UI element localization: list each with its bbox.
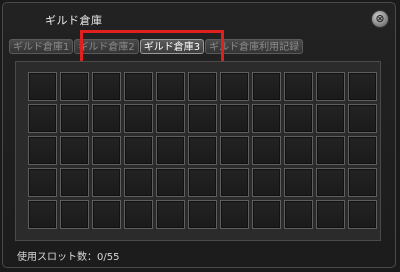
item-slot[interactable] — [252, 168, 281, 197]
item-slot[interactable] — [284, 104, 313, 133]
item-slot[interactable] — [28, 104, 57, 133]
item-slot[interactable] — [348, 72, 377, 101]
tab-guild-storage-log[interactable]: ギルド倉庫利用記録 — [205, 39, 304, 54]
item-slot[interactable] — [28, 200, 57, 229]
item-slot[interactable] — [92, 136, 121, 165]
item-slot[interactable] — [220, 168, 249, 197]
item-slot[interactable] — [252, 72, 281, 101]
item-slot-grid — [28, 72, 377, 229]
item-slot[interactable] — [92, 200, 121, 229]
item-slot[interactable] — [92, 104, 121, 133]
item-slot[interactable] — [156, 104, 185, 133]
item-slot[interactable] — [156, 72, 185, 101]
item-slot[interactable] — [156, 200, 185, 229]
item-slot[interactable] — [60, 104, 89, 133]
item-slot[interactable] — [28, 168, 57, 197]
used-slot-count: 使用スロット数：0/55 — [17, 252, 120, 263]
title-bar[interactable]: ギルド倉庫 ⊗ — [3, 3, 395, 35]
item-slot[interactable] — [188, 72, 217, 101]
item-slot[interactable] — [220, 200, 249, 229]
item-slot[interactable] — [60, 200, 89, 229]
item-slot[interactable] — [188, 104, 217, 133]
item-slot[interactable] — [124, 200, 153, 229]
item-slot[interactable] — [28, 136, 57, 165]
item-slot[interactable] — [60, 72, 89, 101]
item-slot[interactable] — [348, 104, 377, 133]
item-slot[interactable] — [252, 136, 281, 165]
item-slot[interactable] — [124, 136, 153, 165]
item-slot[interactable] — [124, 168, 153, 197]
item-slot[interactable] — [124, 104, 153, 133]
item-slot[interactable] — [252, 104, 281, 133]
item-slot[interactable] — [60, 168, 89, 197]
close-icon[interactable]: ⊗ — [371, 10, 389, 28]
storage-panel — [15, 61, 381, 241]
item-slot[interactable] — [156, 136, 185, 165]
item-slot[interactable] — [60, 136, 89, 165]
item-slot[interactable] — [28, 72, 57, 101]
item-slot[interactable] — [348, 168, 377, 197]
item-slot[interactable] — [124, 72, 153, 101]
window-title: ギルド倉庫 — [45, 14, 103, 27]
item-slot[interactable] — [188, 168, 217, 197]
item-slot[interactable] — [220, 104, 249, 133]
item-slot[interactable] — [284, 72, 313, 101]
item-slot[interactable] — [188, 136, 217, 165]
item-slot[interactable] — [316, 200, 345, 229]
item-slot[interactable] — [92, 168, 121, 197]
guild-storage-window: ギルド倉庫 ⊗ ギルド倉庫1 ギルド倉庫2 ギルド倉庫3 ギルド倉庫利用記録 使… — [2, 2, 396, 268]
item-slot[interactable] — [284, 200, 313, 229]
item-slot[interactable] — [316, 136, 345, 165]
item-slot[interactable] — [316, 104, 345, 133]
item-slot[interactable] — [188, 200, 217, 229]
item-slot[interactable] — [92, 72, 121, 101]
item-slot[interactable] — [220, 136, 249, 165]
item-slot[interactable] — [220, 72, 249, 101]
tab-guild-storage-2[interactable]: ギルド倉庫2 — [74, 39, 139, 54]
tab-guild-storage-1[interactable]: ギルド倉庫1 — [9, 39, 74, 54]
tab-guild-storage-3[interactable]: ギルド倉庫3 — [139, 39, 205, 54]
storage-tabs: ギルド倉庫1 ギルド倉庫2 ギルド倉庫3 ギルド倉庫利用記録 — [9, 39, 304, 55]
item-slot[interactable] — [316, 72, 345, 101]
item-slot[interactable] — [252, 200, 281, 229]
item-slot[interactable] — [156, 168, 185, 197]
item-slot[interactable] — [348, 136, 377, 165]
item-slot[interactable] — [348, 200, 377, 229]
item-slot[interactable] — [316, 168, 345, 197]
item-slot[interactable] — [284, 136, 313, 165]
item-slot[interactable] — [284, 168, 313, 197]
